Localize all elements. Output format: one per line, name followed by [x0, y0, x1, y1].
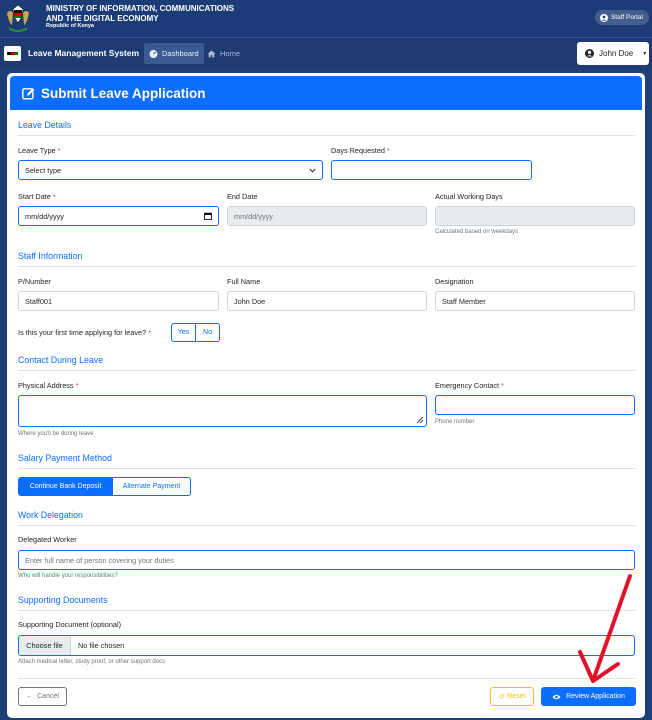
- days-requested-input[interactable]: [331, 160, 532, 180]
- divider: [18, 370, 635, 371]
- chevron-down-icon: [309, 168, 316, 173]
- salary-method-toggle: Continue Bank Deposit Alternate Payment: [18, 477, 191, 496]
- form-title: Submit Leave Application: [41, 85, 206, 101]
- app-logo[interactable]: [4, 46, 21, 61]
- arrow-left-icon: ←: [26, 693, 34, 700]
- delegated-label: Delegated Worker: [18, 535, 77, 544]
- salary-alternate-payment[interactable]: Alternate Payment: [113, 477, 191, 496]
- divider: [18, 610, 635, 611]
- emergency-help: Phone number: [435, 419, 475, 425]
- start-date-input[interactable]: mm/dd/yyyy: [18, 206, 219, 226]
- start-date-label: Start Date *: [18, 192, 56, 201]
- leave-type-select[interactable]: Select type: [18, 160, 323, 180]
- days-requested-label: Days Requested *: [331, 146, 390, 155]
- edit-icon: [22, 87, 35, 99]
- cancel-button[interactable]: ← Cancel: [18, 687, 67, 706]
- address-help: Where you'll be during leave: [18, 431, 94, 437]
- file-status: No file chosen: [78, 641, 125, 650]
- top-header: MINISTRY OF INFORMATION, COMMUNICATIONS …: [0, 0, 652, 37]
- emergency-label: Emergency Contact *: [435, 381, 504, 390]
- app-title[interactable]: Leave Management System: [28, 48, 139, 58]
- divider: [18, 266, 635, 267]
- red-arrow-annotation: [578, 574, 632, 683]
- eye-icon: [552, 694, 561, 699]
- full-name-label: Full Name: [227, 277, 261, 286]
- leave-type-label: Leave Type *: [18, 146, 61, 155]
- section-contact: Contact During Leave: [18, 355, 104, 365]
- reset-button[interactable]: ↺ Reset: [490, 687, 534, 706]
- home-icon: [207, 50, 216, 57]
- dashboard-icon: [149, 50, 158, 58]
- working-days-input: [435, 206, 635, 226]
- first-time-no[interactable]: No: [196, 323, 220, 342]
- divider: [18, 525, 635, 526]
- pnumber-label: P/Number: [18, 277, 51, 286]
- user-circle-icon: [599, 13, 608, 22]
- section-delegation: Work Delegation: [18, 510, 83, 520]
- nav-dashboard[interactable]: Dashboard: [144, 43, 204, 64]
- staff-portal-badge[interactable]: Staff Portal: [594, 10, 649, 25]
- reset-icon: ↺: [498, 693, 505, 701]
- document-label: Supporting Document (optional): [18, 620, 122, 629]
- designation-label: Designation: [435, 277, 474, 286]
- section-leave-details: Leave Details: [18, 120, 72, 130]
- navbar: Leave Management System Dashboard Home J…: [0, 37, 652, 70]
- nav-home[interactable]: Home: [207, 43, 240, 64]
- salary-bank-deposit[interactable]: Continue Bank Deposit: [18, 477, 113, 496]
- document-help: Attach medical letter, study proof, or o…: [18, 659, 166, 665]
- address-textarea[interactable]: [18, 395, 427, 427]
- delegated-help: Who will handle your responsibilities?: [18, 573, 118, 579]
- user-menu-button[interactable]: John Doe ▼: [577, 42, 649, 65]
- working-days-help: Calculated based on weekdays: [435, 229, 519, 235]
- leave-form-card: Submit Leave Application Leave Details L…: [7, 73, 645, 718]
- document-file-input[interactable]: Choose file No file chosen: [18, 635, 635, 656]
- first-time-label: Is this your first time applying for lea…: [18, 328, 152, 337]
- section-documents: Supporting Documents: [18, 595, 108, 605]
- end-date-label: End Date: [227, 192, 258, 201]
- republic-label: Republic of Kenya: [46, 23, 94, 29]
- address-label: Physical Address *: [18, 381, 79, 390]
- first-time-yes[interactable]: Yes: [171, 323, 196, 342]
- calendar-icon[interactable]: [204, 212, 212, 220]
- emergency-input[interactable]: [435, 395, 635, 415]
- choose-file-button[interactable]: Choose file: [19, 636, 71, 655]
- divider: [18, 678, 635, 679]
- end-date-input: mm/dd/yyyy: [227, 206, 427, 226]
- divider: [18, 468, 635, 469]
- form-header: Submit Leave Application: [10, 76, 642, 110]
- user-circle-icon: [585, 49, 594, 58]
- section-salary: Salary Payment Method: [18, 453, 112, 463]
- pnumber-input[interactable]: Staff001: [18, 291, 219, 311]
- working-days-label: Actual Working Days: [435, 192, 503, 201]
- first-time-toggle: Yes No: [171, 323, 220, 342]
- crest-icon: [7, 4, 29, 32]
- section-staff-information: Staff Information: [18, 251, 83, 261]
- designation-input[interactable]: Staff Member: [435, 291, 635, 311]
- full-name-input[interactable]: John Doe: [227, 291, 427, 311]
- divider: [18, 135, 635, 136]
- delegated-input[interactable]: Enter full name of person covering your …: [18, 550, 635, 570]
- caret-down-icon: ▼: [642, 50, 648, 57]
- resize-handle-icon[interactable]: [416, 416, 424, 424]
- ministry-name: MINISTRY OF INFORMATION, COMMUNICATIONS …: [46, 4, 235, 29]
